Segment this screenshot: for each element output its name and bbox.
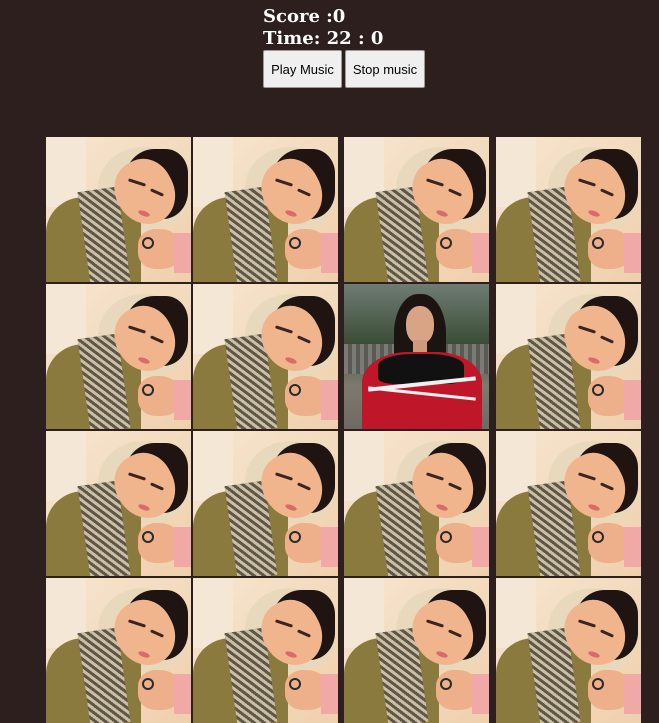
card-tile[interactable] — [193, 578, 338, 723]
card-tile[interactable] — [46, 284, 191, 429]
card-tile[interactable] — [496, 137, 641, 282]
card-tile[interactable] — [46, 578, 191, 723]
card-tile[interactable] — [193, 137, 338, 282]
card-tile[interactable] — [496, 431, 641, 576]
card-tile[interactable] — [46, 431, 191, 576]
music-controls: Play Music Stop music — [263, 50, 425, 88]
score-display: Score :0 — [263, 6, 346, 27]
card-tile[interactable] — [496, 578, 641, 723]
card-tile[interactable] — [344, 137, 489, 282]
stop-music-button[interactable]: Stop music — [345, 50, 425, 88]
timer-display: Time: 22 : 0 — [263, 28, 384, 49]
card-tile[interactable] — [46, 137, 191, 282]
card-tile[interactable] — [344, 578, 489, 723]
card-tile[interactable] — [344, 431, 489, 576]
play-music-button[interactable]: Play Music — [263, 50, 342, 88]
hud: Score :0 Time: 22 : 0 Play Music Stop mu… — [263, 6, 425, 88]
card-tile[interactable] — [193, 284, 338, 429]
card-tile[interactable] — [496, 284, 641, 429]
card-tile-revealed[interactable] — [344, 284, 489, 429]
card-tile[interactable] — [193, 431, 338, 576]
